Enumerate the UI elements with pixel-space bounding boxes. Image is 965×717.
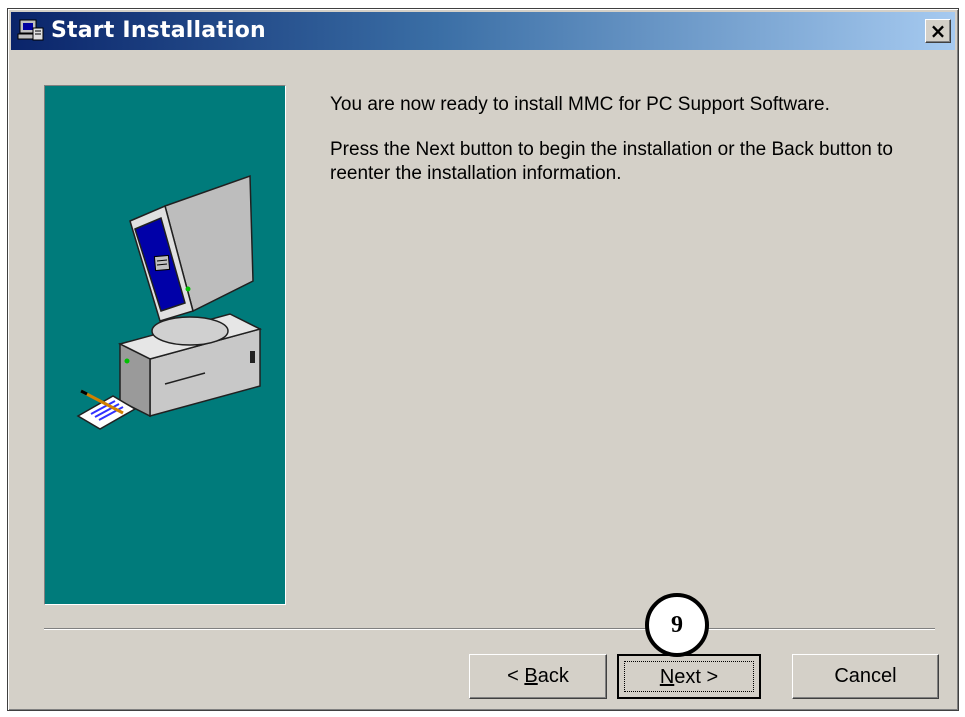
wizard-side-panel: [44, 85, 286, 605]
computer-install-illustration: [76, 174, 263, 430]
title-bar[interactable]: Start Installation ×: [11, 12, 955, 50]
step-number: 9: [671, 612, 683, 638]
instructions-message: Press the Next button to begin the insta…: [330, 139, 893, 184]
next-button-label: ext >: [674, 666, 719, 688]
next-button-accesskey: N: [659, 666, 675, 688]
back-button-prefix: <: [507, 665, 525, 687]
close-button[interactable]: ×: [925, 19, 951, 43]
next-button[interactable]: Next >: [617, 654, 761, 699]
close-icon: ×: [929, 19, 947, 43]
setup-computer-icon: [17, 19, 44, 41]
next-button-focus-rect: Next >: [624, 661, 754, 692]
installer-dialog: Start Installation × You are now ready t…: [7, 8, 959, 711]
back-button-accesskey: B: [524, 665, 538, 687]
back-button[interactable]: < Back: [469, 654, 607, 699]
back-button-label: ack: [537, 665, 569, 687]
window-title: Start Installation: [51, 18, 266, 43]
cancel-button-label: Cancel: [834, 665, 897, 687]
step-callout-badge: 9: [645, 593, 709, 657]
cancel-button[interactable]: Cancel: [792, 654, 939, 699]
ready-message: You are now ready to install MMC for PC …: [330, 94, 830, 115]
button-separator: [44, 628, 935, 630]
